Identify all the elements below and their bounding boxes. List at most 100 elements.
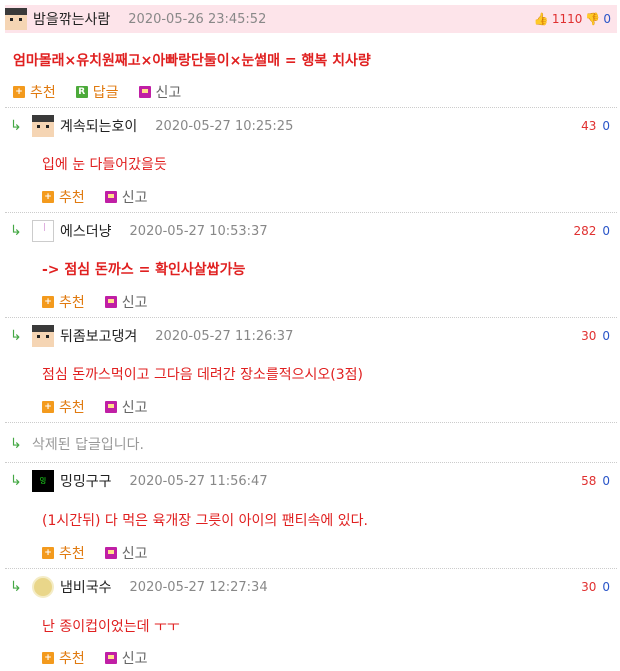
upvote-count: 30 <box>581 580 597 594</box>
reply-author[interactable]: 계속되는호이 <box>60 116 137 136</box>
reply-header: ↳ 밍 밍밍구구 2020-05-27 11:56:47 58 0 <box>10 470 610 492</box>
thumb-down-icon[interactable]: 👎 <box>585 12 600 26</box>
divider <box>5 422 617 423</box>
reply-button[interactable]: R 답글 <box>75 82 119 102</box>
divider <box>5 568 617 569</box>
report-button[interactable]: 신고 <box>104 292 148 312</box>
reply-content: (1시간뒤) 다 먹은 육개장 그릇이 아이의 팬티속에 있다. <box>42 513 368 529</box>
downvote-count: 0 <box>602 329 610 343</box>
reply-content: 입에 눈 다들어갔을듯 <box>42 157 167 173</box>
reply-header: ↳ 계속되는호이 2020-05-27 10:25:25 43 0 <box>10 115 610 137</box>
avatar[interactable] <box>32 576 54 598</box>
reply-arrow-icon: ↳ <box>10 118 22 134</box>
divider <box>5 212 617 213</box>
post-content: 엄마몰래×유치원째고×아빠랑단둘이×눈썰매 = 행복 치사량 <box>13 53 371 69</box>
report-label: 신고 <box>121 651 148 667</box>
reply-header: ↳ 에스더냥 2020-05-27 10:53:37 282 0 <box>10 220 610 242</box>
report-button[interactable]: 신고 <box>138 82 182 102</box>
report-icon <box>104 191 117 203</box>
report-icon <box>104 401 117 413</box>
recommend-button[interactable]: + 추천 <box>42 543 85 563</box>
post-actions: + 추천 R 답글 신고 <box>13 82 201 102</box>
reply-author[interactable]: 밍밍구구 <box>60 471 112 491</box>
avatar[interactable] <box>32 220 54 242</box>
reply-content: 점심 돈까스먹이고 그다음 데려간 장소를적으시오(3점) <box>42 367 363 383</box>
reply-arrow-icon: ↳ <box>10 579 22 595</box>
post-votes: 👍 1110 👎 0 <box>534 12 611 26</box>
reply-date: 2020-05-27 11:56:47 <box>129 473 268 489</box>
recommend-button[interactable]: + 추천 <box>13 82 56 102</box>
reply-actions: + 추천 신고 <box>42 292 168 312</box>
upvote-count: 282 <box>573 224 597 238</box>
recommend-label: 추천 <box>30 85 56 101</box>
post-author[interactable]: 밤을깎는사람 <box>33 9 110 29</box>
reply-actions: + 추천 신고 <box>42 187 168 207</box>
deleted-reply-text: 삭제된 답글입니다. <box>32 437 144 453</box>
recommend-label: 추천 <box>59 190 85 206</box>
reply-author[interactable]: 에스더냥 <box>60 221 112 241</box>
recommend-button[interactable]: + 추천 <box>42 648 85 668</box>
thumb-up-icon[interactable]: 👍 <box>534 12 549 26</box>
upvote-count: 58 <box>581 474 597 488</box>
reply-arrow-icon: ↳ <box>10 328 22 344</box>
plus-icon: + <box>42 547 54 559</box>
avatar[interactable] <box>32 325 54 347</box>
plus-icon: + <box>42 401 54 413</box>
reply-date: 2020-05-27 10:25:25 <box>155 118 294 134</box>
post-header: 밤을깎는사람 2020-05-26 23:45:52 👍 1110 👎 0 <box>5 5 617 33</box>
reply-actions: + 추천 신고 <box>42 648 168 668</box>
report-label: 신고 <box>121 190 148 206</box>
reply-header: ↳ 냄비국수 2020-05-27 12:27:34 30 0 <box>10 576 610 598</box>
reply-actions: + 추천 신고 <box>42 397 168 417</box>
downvote-count: 0 <box>603 12 611 26</box>
reply-actions: + 추천 신고 <box>42 543 168 563</box>
recommend-button[interactable]: + 추천 <box>42 187 85 207</box>
recommend-button[interactable]: + 추천 <box>42 397 85 417</box>
plus-icon: + <box>42 296 54 308</box>
reply-content: 난 종이컵이었는데 ㅜㅜ <box>42 619 180 635</box>
downvote-count: 0 <box>602 119 610 133</box>
post-date: 2020-05-26 23:45:52 <box>128 11 267 27</box>
avatar[interactable]: 밍 <box>32 470 54 492</box>
recommend-label: 추천 <box>59 400 85 416</box>
report-label: 신고 <box>155 85 182 101</box>
reply-label: 답글 <box>92 85 119 101</box>
report-label: 신고 <box>121 295 148 311</box>
reply-score: 30 0 <box>581 580 610 594</box>
downvote-count: 0 <box>602 224 610 238</box>
avatar[interactable] <box>32 115 54 137</box>
reply-score: 282 0 <box>573 224 610 238</box>
recommend-label: 추천 <box>59 546 85 562</box>
report-icon <box>104 547 117 559</box>
plus-icon: + <box>42 652 54 664</box>
downvote-count: 0 <box>602 580 610 594</box>
reply-icon: R <box>75 86 88 98</box>
reply-date: 2020-05-27 12:27:34 <box>129 579 268 595</box>
reply-author[interactable]: 냄비국수 <box>60 577 112 597</box>
reply-score: 30 0 <box>581 329 610 343</box>
reply-date: 2020-05-27 11:26:37 <box>155 328 294 344</box>
avatar[interactable] <box>5 8 27 30</box>
report-icon <box>104 296 117 308</box>
report-button[interactable]: 신고 <box>104 187 148 207</box>
report-button[interactable]: 신고 <box>104 543 148 563</box>
reply-content: -> 점심 돈까스 = 확인사살쌉가능 <box>42 262 246 278</box>
report-button[interactable]: 신고 <box>104 648 148 668</box>
recommend-button[interactable]: + 추천 <box>42 292 85 312</box>
reply-score: 43 0 <box>581 119 610 133</box>
divider <box>5 462 617 463</box>
downvote-count: 0 <box>602 474 610 488</box>
reply-author[interactable]: 뒤좀보고댕겨 <box>60 326 137 346</box>
report-button[interactable]: 신고 <box>104 397 148 417</box>
upvote-count: 30 <box>581 329 597 343</box>
reply-date: 2020-05-27 10:53:37 <box>129 223 268 239</box>
report-label: 신고 <box>121 400 148 416</box>
reply-score: 58 0 <box>581 474 610 488</box>
reply-arrow-icon: ↳ <box>10 436 22 452</box>
report-label: 신고 <box>121 546 148 562</box>
recommend-label: 추천 <box>59 651 85 667</box>
reply-arrow-icon: ↳ <box>10 223 22 239</box>
upvote-count: 43 <box>581 119 597 133</box>
plus-icon: + <box>42 191 54 203</box>
report-icon <box>138 86 151 98</box>
